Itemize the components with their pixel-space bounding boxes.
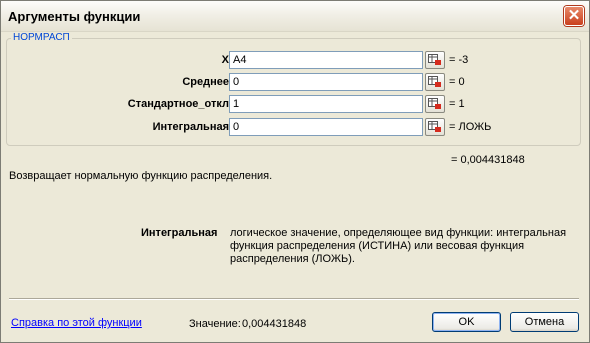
function-description: Возвращает нормальную функцию распределе… [9,170,273,182]
argument-row-stdev: Стандартное_откл 1 = 1 [7,95,582,115]
argument-result: = ЛОЖЬ [449,121,492,133]
function-name: НОРМРАСП [11,32,72,43]
value-label: Значение: [189,318,241,330]
function-arguments-dialog: Аргументы функции ✕ НОРМРАСП X A4 = -3 С… [0,0,590,343]
argument-label: Стандартное_откл [127,98,229,110]
argument-label: Среднее [182,76,229,88]
argument-input-x[interactable]: A4 [229,51,423,69]
argument-input-mean[interactable]: 0 [229,73,423,91]
argument-label: Интегральная [152,121,229,133]
ok-button[interactable]: OK [432,312,501,332]
argument-result: = 0 [449,76,465,88]
argument-result: = -3 [449,54,469,66]
title-bar[interactable]: Аргументы функции ✕ [1,1,589,32]
argument-input-cumulative[interactable]: 0 [229,118,423,136]
help-argument-text: логическое значение, определяющее вид фу… [230,227,567,265]
formula-result: = 0,004431848 [451,154,525,166]
argument-label: X [221,54,229,66]
range-select-icon[interactable] [425,118,445,136]
dialog-title: Аргументы функции [8,9,141,24]
range-select-icon[interactable] [425,51,445,69]
argument-result: = 1 [449,98,465,110]
range-select-icon[interactable] [425,73,445,91]
argument-row-x: X A4 = -3 [7,51,582,71]
arguments-group: НОРМРАСП X A4 = -3 Среднее 0 = 0 Стандар… [6,32,582,146]
value-text: 0,004431848 [242,318,307,330]
help-argument-name: Интегральная [141,227,218,239]
argument-row-cumulative: Интегральная 0 = ЛОЖЬ [7,118,582,138]
close-icon[interactable]: ✕ [564,6,584,26]
help-link[interactable]: Справка по этой функции [11,317,142,329]
argument-row-mean: Среднее 0 = 0 [7,73,582,93]
argument-input-stdev[interactable]: 1 [229,95,423,113]
separator [9,298,579,300]
range-select-icon[interactable] [425,95,445,113]
cancel-button[interactable]: Отмена [510,312,579,332]
